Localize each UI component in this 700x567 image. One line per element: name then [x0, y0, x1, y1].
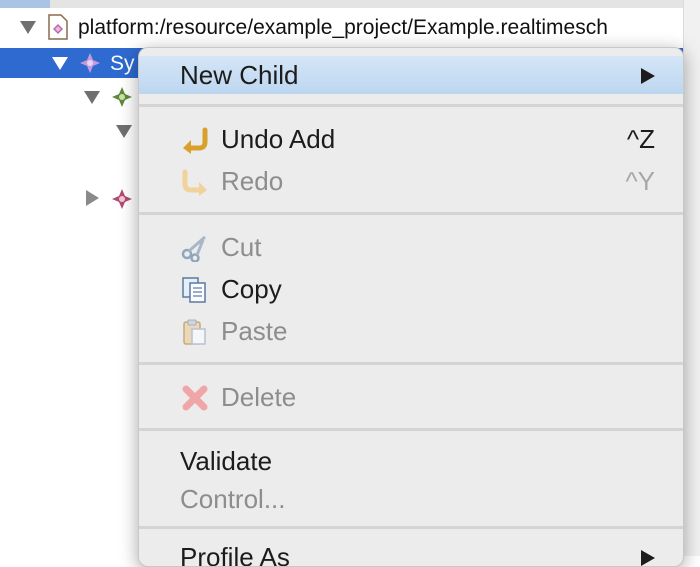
submenu-arrow-icon: [641, 550, 655, 566]
menu-item-copy[interactable]: Copy: [139, 270, 683, 308]
context-menu: New Child Undo Add ^Z Redo ^Y Cut Copy P…: [138, 47, 684, 567]
element-node-icon: [112, 189, 132, 209]
menu-item-undo[interactable]: Undo Add ^Z: [139, 120, 683, 158]
menu-item-label: Profile As: [180, 542, 290, 567]
tree-row-resource[interactable]: platform:/resource/example_project/Examp…: [0, 12, 683, 42]
menu-item-label: Control...: [180, 484, 286, 514]
menu-item-delete[interactable]: Delete: [139, 378, 683, 416]
shortcut-label: ^Z: [626, 124, 655, 154]
redo-icon: [182, 169, 207, 196]
collapsed-arrow-icon[interactable]: [86, 190, 99, 206]
menu-item-label: New Child: [180, 60, 299, 90]
menu-item-control[interactable]: Control...: [139, 480, 683, 518]
menu-separator: [139, 212, 683, 215]
menu-item-label: Delete: [221, 382, 297, 412]
top-bar: [0, 0, 700, 8]
copy-icon: [182, 277, 206, 303]
menu-item-label: Undo Add: [221, 124, 336, 154]
expand-arrow-icon[interactable]: [20, 21, 36, 34]
tree-row-label: platform:/resource/example_project/Examp…: [78, 16, 608, 39]
element-node-icon: [112, 87, 132, 107]
menu-item-label: Redo: [221, 166, 284, 196]
shortcut-label: ^Y: [625, 166, 655, 196]
scissors-icon: [181, 235, 206, 262]
system-node-icon: [80, 53, 100, 73]
menu-separator: [139, 362, 683, 365]
menu-separator: [139, 428, 683, 431]
expand-arrow-icon[interactable]: [84, 91, 100, 104]
menu-separator: [139, 526, 683, 529]
menu-item-paste[interactable]: Paste: [139, 312, 683, 350]
menu-separator: [139, 104, 683, 107]
expand-arrow-icon[interactable]: [116, 125, 132, 138]
menu-item-cut[interactable]: Cut: [139, 228, 683, 266]
paste-icon: [183, 319, 206, 345]
menu-item-redo[interactable]: Redo ^Y: [139, 162, 683, 200]
menu-item-label: Validate: [180, 446, 273, 476]
right-scrollbar[interactable]: [683, 0, 700, 556]
menu-item-label: Paste: [221, 316, 288, 346]
expand-arrow-icon[interactable]: [52, 57, 68, 70]
delete-icon: [182, 385, 208, 411]
undo-icon: [183, 127, 208, 154]
file-icon: [48, 14, 68, 40]
menu-item-new-child[interactable]: New Child: [139, 56, 683, 94]
menu-item-validate[interactable]: Validate: [139, 442, 683, 480]
tree-row-label: Sy: [110, 52, 135, 75]
menu-item-label: Copy: [221, 274, 282, 304]
menu-item-label: Cut: [221, 232, 262, 262]
submenu-arrow-icon: [641, 68, 655, 84]
menu-item-profile-as[interactable]: Profile As: [139, 538, 683, 567]
top-bar-tab: [0, 0, 50, 8]
